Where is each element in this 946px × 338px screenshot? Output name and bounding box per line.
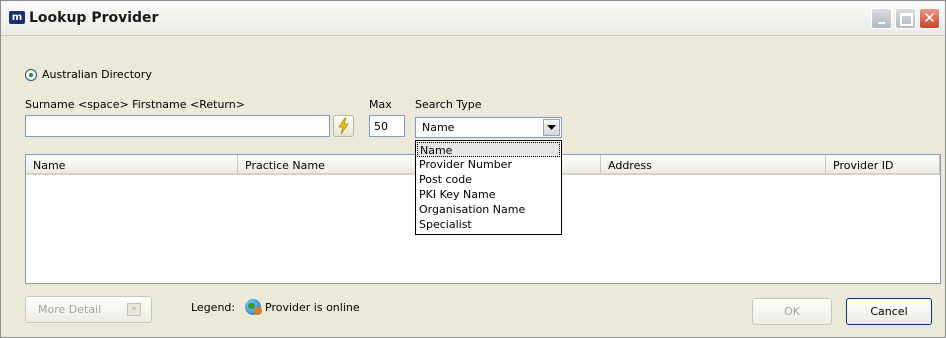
search-button[interactable] [333, 115, 354, 137]
search-name-input[interactable] [25, 115, 330, 137]
cancel-button[interactable]: Cancel [846, 298, 932, 325]
dropdown-button[interactable] [543, 119, 560, 136]
search-type-select[interactable]: Name [415, 117, 562, 138]
close-icon: ✕ [923, 9, 936, 27]
maximize-icon [900, 13, 913, 26]
provider-online-icon [245, 299, 262, 315]
expand-icon: » [127, 303, 141, 316]
lightning-icon [338, 117, 349, 135]
column-header-provider-id[interactable]: Provider ID [826, 155, 940, 175]
option-specialist[interactable]: Specialist [417, 217, 560, 232]
option-organisation-name[interactable]: Organisation Name [417, 202, 560, 217]
max-label: Max [369, 98, 392, 111]
search-type-label: Search Type [415, 98, 482, 111]
chevron-down-icon [547, 125, 556, 130]
legend-label: Legend: [191, 301, 236, 314]
search-type-value: Name [422, 121, 455, 134]
title-bar[interactable]: m Lookup Provider ✕ [1, 1, 945, 36]
minimize-icon [878, 22, 885, 24]
window-title: Lookup Provider [29, 10, 159, 26]
search-type-dropdown-list[interactable]: Name Provider Number Post code PKI Key N… [415, 140, 562, 235]
close-button[interactable]: ✕ [919, 8, 940, 29]
max-results-input[interactable]: 50 [369, 115, 405, 137]
legend-text: Provider is online [265, 301, 360, 314]
australian-directory-label[interactable]: Australian Directory [42, 68, 152, 81]
option-post-code[interactable]: Post code [417, 172, 560, 187]
australian-directory-radio[interactable] [25, 69, 37, 81]
ok-button[interactable]: OK [752, 298, 832, 325]
more-detail-button[interactable]: More Detail » [25, 296, 152, 323]
option-provider-number[interactable]: Provider Number [417, 157, 560, 172]
maximize-button[interactable] [895, 8, 916, 29]
more-detail-label: More Detail [38, 303, 102, 316]
search-name-label: Surname <space> Firstname <Return> [25, 98, 245, 111]
option-name[interactable]: Name [417, 142, 560, 157]
max-results-value: 50 [374, 120, 388, 133]
column-header-address[interactable]: Address [601, 155, 826, 175]
column-header-name[interactable]: Name [26, 155, 238, 175]
lookup-provider-window: m Lookup Provider ✕ Australian Directory… [0, 0, 946, 338]
app-icon: m [9, 11, 25, 24]
option-pki-key-name[interactable]: PKI Key Name [417, 187, 560, 202]
radio-selected-dot [29, 73, 33, 77]
minimize-button[interactable] [871, 8, 892, 29]
